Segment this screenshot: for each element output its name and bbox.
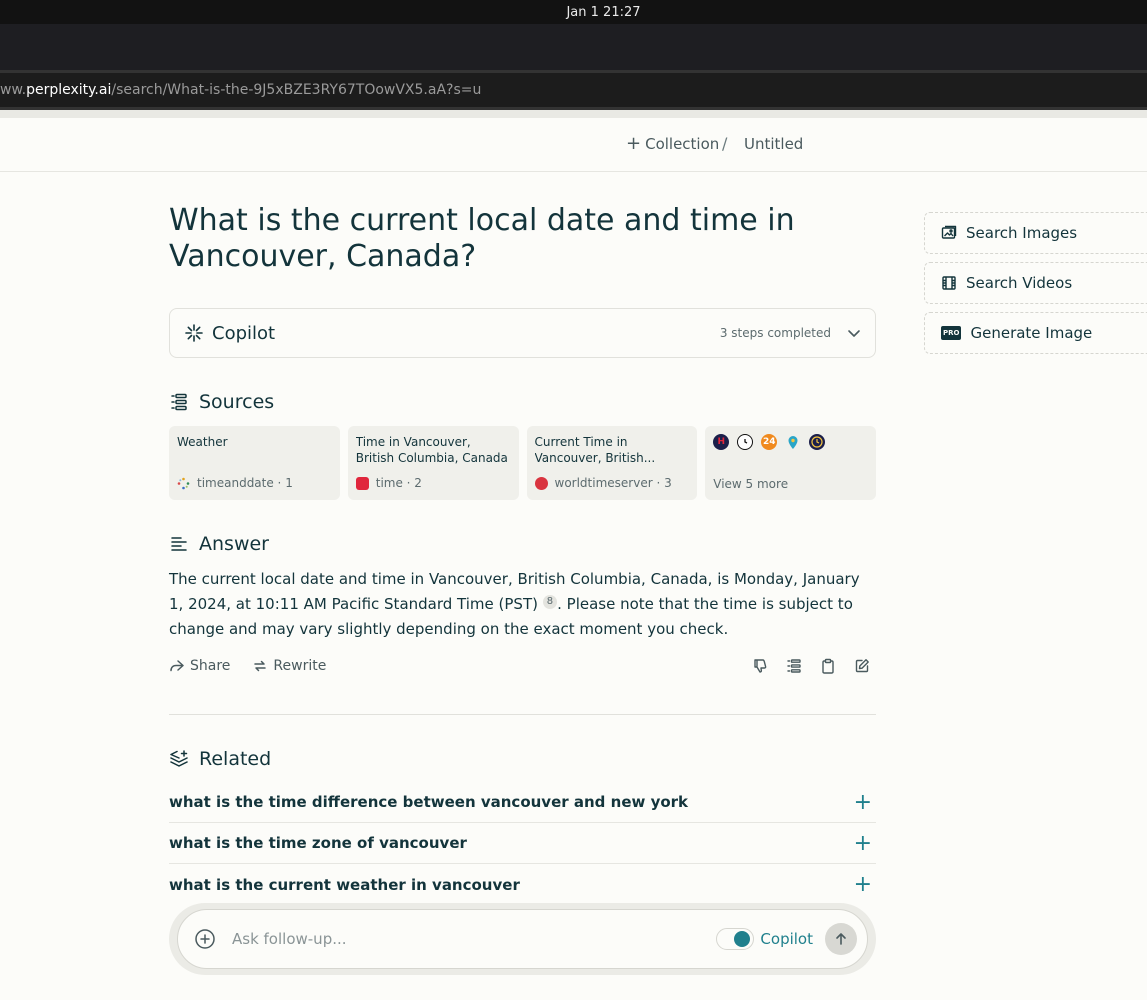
answer-heading: Answer xyxy=(169,533,269,555)
copilot-label: Copilot xyxy=(212,322,276,344)
breadcrumb-separator: / xyxy=(722,134,728,153)
related-item[interactable]: what is the time zone of vancouver + xyxy=(169,823,876,864)
submit-button[interactable] xyxy=(825,923,857,955)
search-videos-button[interactable]: Search Videos xyxy=(924,262,1147,304)
share-label: Share xyxy=(190,658,231,674)
copilot-toggle-label: Copilot xyxy=(760,930,813,948)
timeanddate-favicon-icon xyxy=(177,477,190,490)
browser-tab-strip xyxy=(0,24,1147,70)
os-top-bar: Jan 1 21:27 xyxy=(0,0,1147,24)
related-question: what is the time zone of vancouver xyxy=(169,834,467,852)
thread-header: + Collection / Untitled xyxy=(0,118,1147,172)
related-question: what is the current weather in vancouver xyxy=(169,875,520,894)
source-title: Time in Vancouver, British Columbia, Can… xyxy=(355,435,508,465)
add-to-collection-button[interactable]: + Collection xyxy=(626,133,720,154)
thumbs-down-icon[interactable] xyxy=(752,658,768,674)
answer-tools xyxy=(752,658,870,674)
plus-icon[interactable]: + xyxy=(854,872,872,897)
generate-image-label: Generate Image xyxy=(970,324,1093,342)
clock-icon xyxy=(737,434,754,450)
source-favicon-icon: H xyxy=(713,434,730,450)
share-button[interactable]: Share xyxy=(169,658,230,674)
related-questions: what is the time difference between vanc… xyxy=(169,782,876,905)
search-images-label: Search Images xyxy=(966,224,1078,242)
generate-image-button[interactable]: PRO Generate Image xyxy=(924,312,1147,354)
related-layers-icon xyxy=(169,749,189,769)
favicon-group: H 24 xyxy=(713,434,868,450)
answer-lines-icon xyxy=(169,534,189,554)
copilot-toggle[interactable]: Copilot xyxy=(716,928,813,950)
location-pin-icon xyxy=(785,434,801,450)
sources-heading: Sources xyxy=(169,391,274,413)
toggle-switch[interactable] xyxy=(716,928,755,950)
answer-title: Answer xyxy=(199,533,269,555)
address-bar[interactable]: ww. perplexity.ai/search/What-is-the-9J5x… xyxy=(0,70,1147,110)
chevron-down-icon[interactable] xyxy=(847,326,861,340)
related-item[interactable]: what is the time difference between vanc… xyxy=(169,782,876,823)
source-meta: worldtimeserver · 3 xyxy=(534,476,672,490)
source-title: Weather xyxy=(177,435,228,449)
rewrite-icon xyxy=(252,658,268,674)
time-favicon-icon xyxy=(355,476,369,490)
steps-status: 3 steps completed xyxy=(719,326,831,340)
rewrite-button[interactable]: Rewrite xyxy=(252,658,326,674)
url-prefix: ww. xyxy=(0,82,27,98)
pro-badge: PRO xyxy=(941,326,962,340)
browser-content-edge xyxy=(0,110,1147,118)
collection-label: Collection xyxy=(645,135,720,153)
url-path: /search/What-is-the-9J5xBZE3RY67TOowVX5.… xyxy=(111,82,482,98)
copy-icon[interactable] xyxy=(820,658,836,674)
toggle-knob xyxy=(734,931,751,947)
pro-badge-icon: PRO xyxy=(941,326,962,340)
answer-actions: Share Rewrite xyxy=(169,654,876,678)
view-more-label: View 5 more xyxy=(713,477,789,491)
plus-icon: + xyxy=(626,133,642,154)
source-title: Current Time in Vancouver, British... xyxy=(534,435,656,465)
citation-badge[interactable]: 8 xyxy=(542,595,558,609)
source-site: worldtimeserver · 3 xyxy=(554,476,672,490)
followup-input[interactable]: Ask follow-up... xyxy=(232,930,347,948)
search-images-button[interactable]: Search Images xyxy=(924,212,1147,254)
copilot-icon xyxy=(184,323,204,343)
source-meta: timeanddate · 1 xyxy=(177,476,293,490)
sources-list-icon[interactable] xyxy=(786,658,802,674)
source-favicon-icon: 24 xyxy=(761,434,778,450)
film-icon xyxy=(941,275,957,291)
copilot-steps-panel[interactable]: Copilot 3 steps completed xyxy=(169,308,876,358)
followup-input-bar: Ask follow-up... Copilot xyxy=(177,909,868,969)
system-clock[interactable]: Jan 1 21:27 xyxy=(566,5,640,20)
answer-body: The current local date and time in Vanco… xyxy=(169,567,876,642)
plus-icon[interactable]: + xyxy=(854,790,872,815)
source-site: time · 2 xyxy=(375,476,422,490)
share-icon xyxy=(169,658,185,674)
related-question: what is the time difference between vanc… xyxy=(169,793,689,811)
page-title: What is the current local date and time … xyxy=(169,203,795,274)
search-videos-label: Search Videos xyxy=(966,274,1073,292)
related-heading: Related xyxy=(169,748,271,770)
source-card[interactable]: Weather timeanddate · 1 xyxy=(169,426,340,500)
section-divider xyxy=(169,714,876,715)
sources-list: Weather timeanddate · 1 Time in Vancouve… xyxy=(169,426,876,500)
thread-title[interactable]: Untitled xyxy=(744,135,803,153)
source-site: timeanddate · 1 xyxy=(197,476,293,490)
source-card[interactable]: Time in Vancouver, British Columbia, Can… xyxy=(347,426,519,500)
clock-face-icon xyxy=(809,434,826,450)
sources-icon xyxy=(169,392,189,412)
plus-icon[interactable]: + xyxy=(854,831,872,856)
source-meta: time · 2 xyxy=(355,476,422,490)
followup-container: Ask follow-up... Copilot xyxy=(169,903,876,975)
url-host: perplexity.ai xyxy=(26,82,112,98)
attach-plus-icon[interactable] xyxy=(194,928,216,950)
image-icon xyxy=(941,225,957,241)
worldtimeserver-favicon-icon xyxy=(534,476,548,490)
related-item[interactable]: what is the current weather in vancouver… xyxy=(169,864,876,905)
source-card[interactable]: Current Time in Vancouver, British... wo… xyxy=(526,426,698,500)
view-more-sources-card[interactable]: H 24 View 5 more xyxy=(705,426,876,500)
edit-icon[interactable] xyxy=(854,658,870,674)
sources-title: Sources xyxy=(199,391,275,413)
arrow-up-icon xyxy=(834,932,848,946)
rewrite-label: Rewrite xyxy=(273,658,327,674)
related-title: Related xyxy=(199,748,272,770)
